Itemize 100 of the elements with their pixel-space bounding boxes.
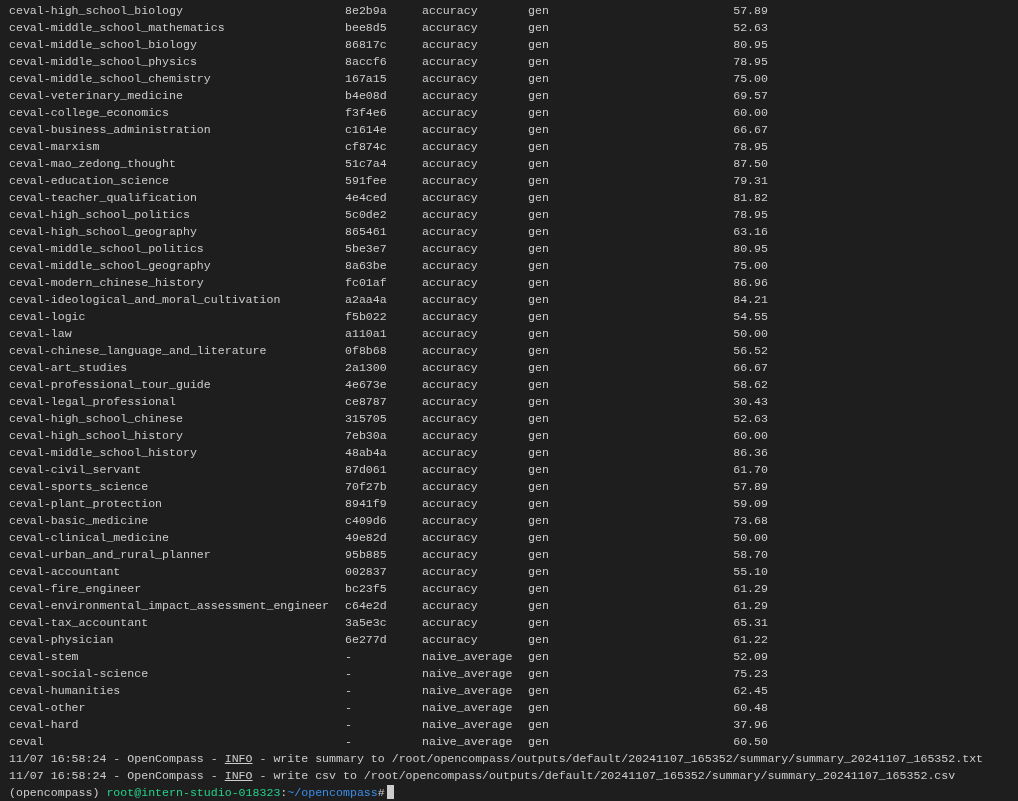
table-cell-text: - [345,683,353,699]
table-cell-text: 61.29 [732,598,768,614]
table-cell-text: accuracy [422,581,479,597]
table-cell-text: c409d6 [345,513,388,529]
table-cell-text: ceval-middle_school_physics [9,54,198,70]
table-cell-text: naive_average [422,683,514,699]
table-cell-text: accuracy [422,156,479,172]
table-cell-text: 78.95 [732,139,768,155]
table-cell-text: ceval-business_administration [9,122,212,138]
table-cell-text: accuracy [422,360,479,376]
table-cell-text: - [345,649,353,665]
table-cell-text: ceval-accountant [9,564,122,580]
table-cell-text: ceval-high_school_geography [9,224,198,240]
table-cell-text: 87d061 [345,462,388,478]
table-cell-text: gen [528,581,550,597]
table-cell-text: accuracy [422,513,479,529]
table-cell-text: accuracy [422,598,479,614]
table-cell-text: ceval-sports_science [9,479,150,495]
log-prefix: 11/07 16:58:24 - OpenCompass - [9,752,219,765]
table-cell-text: naive_average [422,700,514,716]
table-cell-text: bc23f5 [345,581,388,597]
table-cell-text: gen [528,445,550,461]
table-cell-text: 865461 [345,224,388,240]
table-cell-text: gen [528,224,550,240]
table-cell-text: gen [528,683,550,699]
table-cell-text: 60.50 [732,734,768,750]
env-name: (opencompass) [9,786,101,799]
table-cell-text: accuracy [422,207,479,223]
table-cell-text: accuracy [422,377,479,393]
table-cell-text: accuracy [422,275,479,291]
table-cell-text: accuracy [422,105,479,121]
table-cell-text: accuracy [422,428,479,444]
table-cell-text: ceval-civil_servant [9,462,143,478]
table-cell-text: gen [528,547,550,563]
table-cell-text: gen [528,3,550,19]
table-cell-text: naive_average [422,649,514,665]
table-cell-text: gen [528,54,550,70]
table-cell-text: cf874c [345,139,388,155]
table-cell-text: ceval-physician [9,632,115,648]
table-cell-text: gen [528,428,550,444]
table-cell-text: gen [528,156,550,172]
table-cell-text: ceval-high_school_history [9,428,184,444]
table-cell-text: ceval-middle_school_mathematics [9,20,226,36]
table-cell-text: 5c0de2 [345,207,388,223]
table-cell-text: 80.95 [732,37,768,53]
table-cell-text: 87.50 [732,156,768,172]
table-cell-text: 48ab4a [345,445,388,461]
table-cell-text: 4e673e [345,377,388,393]
table-cell-text: accuracy [422,445,479,461]
table-cell-text: 591fee [345,173,388,189]
table-cell-text: ceval-middle_school_geography [9,258,212,274]
table-cell-text: accuracy [422,292,479,308]
table-cell-text: gen [528,326,550,342]
table-cell-text: - [345,700,353,716]
log-message: - write csv to /root/opencompass/outputs/default/20241107_165352/summary/summary_20241107_165352.csv [258,769,956,782]
table-cell-text: 60.00 [732,428,768,444]
table-cell-text: f3f4e6 [345,105,388,121]
table-cell-text: 75.00 [732,258,768,274]
table-cell-text: gen [528,394,550,410]
table-cell-text: gen [528,717,550,733]
table-cell-text: 50.00 [732,530,768,546]
table-cell-text: 3a5e3c [345,615,388,631]
table-cell-text: gen [528,275,550,291]
table-cell-text: 4e4ced [345,190,388,206]
table-cell-text: ceval-hard [9,717,80,733]
table-cell-text: 75.23 [732,666,768,682]
table-cell-text: 52.63 [732,20,768,36]
table-cell-text: bee8d5 [345,20,388,36]
table-cell-text: gen [528,496,550,512]
table-cell-text: - [345,717,353,733]
table-cell-text: accuracy [422,615,479,631]
table-cell-text: 84.21 [732,292,768,308]
table-cell-text: 86.96 [732,275,768,291]
table-cell-text: 002837 [345,564,388,580]
table-cell-text: gen [528,377,550,393]
table-cell-text: 95b885 [345,547,388,563]
table-cell-text: 52.63 [732,411,768,427]
table-cell-text: 79.31 [732,173,768,189]
table-cell-text: accuracy [422,564,479,580]
table-cell-text: ceval-ideological_and_moral_cultivation [9,292,282,308]
table-cell-text: gen [528,173,550,189]
table-cell-text: accuracy [422,71,479,87]
table-cell-text: 8a63be [345,258,388,274]
table-cell-text: c64e2d [345,598,388,614]
table-cell-text: 30.43 [732,394,768,410]
table-cell-text: ceval [9,734,45,750]
table-cell-text: 5be3e7 [345,241,388,257]
table-cell-text: ceval-legal_professional [9,394,177,410]
table-cell-text: ceval-fire_engineer [9,581,143,597]
table-cell-text: gen [528,598,550,614]
table-cell-text: gen [528,292,550,308]
table-cell-text: accuracy [422,530,479,546]
table-cell-text: 0f8b68 [345,343,388,359]
table-cell-text: gen [528,105,550,121]
table-cell-text: 80.95 [732,241,768,257]
table-cell-text: ceval-education_science [9,173,171,189]
prompt-separator: : [280,786,288,799]
table-cell-text: ceval-urban_and_rural_planner [9,547,212,563]
table-cell-text: ceval-veterinary_medicine [9,88,184,104]
user-host: root@intern-studio-018323 [106,786,281,799]
